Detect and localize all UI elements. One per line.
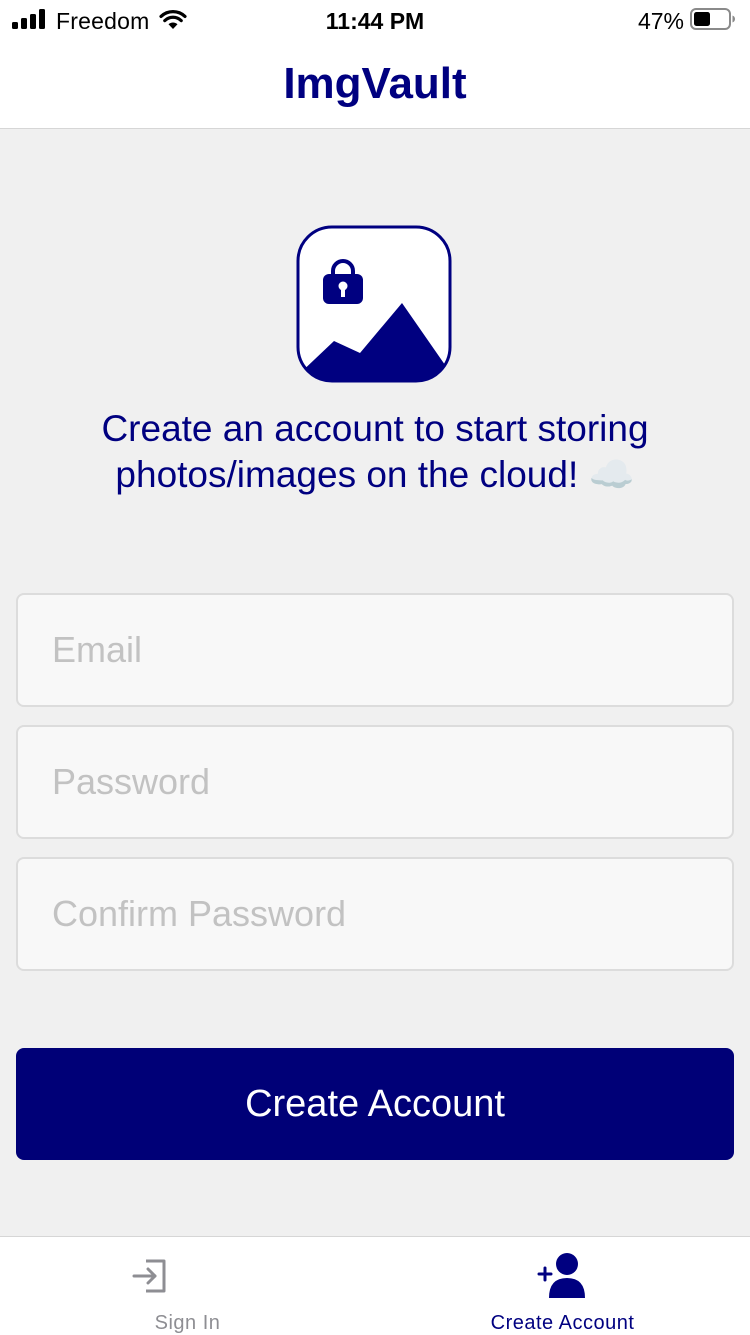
signup-tagline: Create an account to start storing photo…	[30, 406, 720, 498]
tagline-line-2: photos/images on the cloud! ☁️	[115, 454, 635, 495]
add-user-icon	[375, 1251, 750, 1301]
status-right: 47%	[638, 6, 736, 36]
battery-icon	[690, 7, 736, 35]
confirm-password-field[interactable]	[16, 857, 734, 971]
battery-percent: 47%	[637, 7, 684, 34]
tab-sign-in-label: Sign In	[154, 1312, 221, 1334]
tagline-line-1: Create an account to start storing	[101, 408, 649, 449]
image-lock-logo-icon	[296, 225, 452, 383]
password-field[interactable]	[16, 725, 734, 839]
sign-in-icon	[0, 1251, 337, 1301]
status-bar: Freedom 11:44 PM 47%	[0, 0, 750, 40]
tab-sign-in[interactable]: Sign In	[0, 1237, 375, 1335]
create-account-button[interactable]: Create Account	[16, 1048, 734, 1160]
email-field[interactable]	[16, 593, 734, 707]
app-title: ImgVault	[283, 59, 467, 108]
navigation-bar: ImgVault	[0, 40, 750, 129]
tab-bar: Sign In Create Account	[0, 1236, 750, 1335]
tab-create-account-label: Create Account	[490, 1312, 635, 1334]
tab-create-account[interactable]: Create Account	[375, 1237, 750, 1335]
